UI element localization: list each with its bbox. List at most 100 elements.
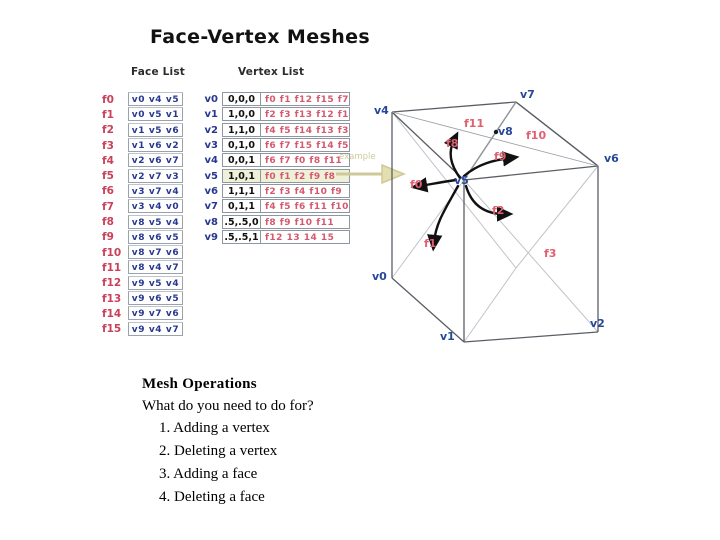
vertex-list-row: v3 0,1,0 f6 f7 f15 f14 f5 (196, 138, 350, 153)
face-list-row: f3 v1 v6 v2 (100, 138, 183, 153)
face-list-row: f10 v8 v7 v6 (100, 245, 183, 260)
face-id-label: f11 (102, 261, 122, 274)
face-list-row: f11 v8 v4 v7 (100, 260, 183, 275)
face-list-header: Face List (131, 66, 186, 78)
vertex-list-row: v9 .5,.5,1 f12 13 14 15 (196, 229, 350, 245)
vertex-list-table: v0 0,0,0 f0 f1 f12 f15 f7 v1 1,0,0 f2 f3 f13 … (196, 92, 350, 245)
face-id-label: f6 (102, 185, 114, 198)
vertex-list-row: v7 0,1,1 f4 f5 f6 f11 f10 (196, 199, 350, 214)
vertex-faces-cell: f0 f1 f12 f15 f7 (260, 92, 350, 107)
diagram-vertex-label-v1: v1 (440, 330, 455, 343)
vertex-coordinate-cell: 0,0,1 (222, 153, 260, 168)
face-vertex-mesh-diagram: v4 v7 v6 v8 v5 v0 v1 v2 f11 f10 f8 f9 f0 f1 f2 f3 (368, 82, 636, 354)
diagram-face-label-f3: f3 (544, 247, 557, 260)
vertex-coordinate-cell: .5,.5,0 (222, 214, 260, 229)
face-list-row: f15 v9 v4 v7 (100, 321, 183, 336)
vertex-list-row: v1 1,0,0 f2 f3 f13 f12 f1 (196, 107, 350, 122)
vertex-coordinate-cell: .5,.5,1 (222, 229, 260, 244)
vertex-id-label: v1 (204, 109, 218, 121)
face-id-label: f15 (102, 323, 122, 336)
face-id-label: f10 (102, 246, 122, 259)
mesh-operations-block: Mesh Operations What do you need to do f… (142, 374, 314, 509)
face-list-row: f13 v9 v6 v5 (100, 291, 183, 306)
vertex-id-label: v7 (204, 201, 218, 213)
face-vertices-cell: v0 v5 v1 (128, 107, 183, 122)
face-vertices-cell: v3 v7 v4 (128, 183, 183, 198)
vertex-id-label: v3 (204, 140, 218, 152)
face-id-label: f13 (102, 292, 122, 305)
vertex-faces-cell: f8 f9 f10 f11 (260, 214, 350, 229)
vertex-list-row: v6 1,1,1 f2 f3 f4 f10 f9 (196, 183, 350, 199)
diagram-face-label-f1: f1 (424, 237, 437, 250)
face-vertices-cell: v3 v4 v0 (128, 199, 183, 214)
face-vertices-cell: v1 v5 v6 (128, 122, 183, 137)
vertex-list-row: v4 0,0,1 f6 f7 f0 f8 f11 (196, 153, 350, 168)
face-list-row: f5 v2 v7 v3 (100, 168, 183, 183)
face-id-label: f4 (102, 154, 114, 167)
vertex-id-label: v8 (204, 216, 218, 228)
face-id-label: f5 (102, 170, 114, 183)
face-list-row: f12 v9 v5 v4 (100, 275, 183, 291)
mesh-operation-item: 1. Adding a vertex (159, 420, 270, 436)
face-list-row: f7 v3 v4 v0 (100, 199, 183, 214)
face-vertices-cell: v8 v4 v7 (128, 260, 183, 275)
face-vertices-cell: v9 v6 v5 (128, 291, 183, 305)
diagram-vertex-label-v8: v8 (498, 125, 513, 138)
face-id-label: f8 (102, 216, 114, 229)
vertex-list-row: v0 0,0,0 f0 f1 f12 f15 f7 (196, 92, 350, 107)
face-vertices-cell: v1 v6 v2 (128, 138, 183, 153)
vertex-coordinate-cell: 0,1,0 (222, 138, 260, 153)
vertex-list-row: v5 1,0,1 f0 f1 f2 f9 f8 (196, 168, 350, 183)
mesh-operations-list: 1. Adding a vertex 2. Deleting a vertex 3.… (142, 417, 314, 509)
face-list-row: f8 v8 v5 v4 (100, 214, 183, 229)
face-vertices-cell: v0 v4 v5 (128, 92, 183, 107)
vertex-coordinate-cell: 0,1,1 (222, 199, 260, 214)
page-title: Face-Vertex Meshes (150, 26, 371, 48)
vertex-faces-cell: f6 f7 f15 f14 f5 (260, 138, 350, 153)
vertex-faces-cell: f2 f3 f13 f12 f1 (260, 107, 350, 122)
face-vertices-cell: v8 v7 v6 (128, 245, 183, 260)
diagram-vertex-label-v6: v6 (604, 152, 619, 165)
vertex-list-row: v2 1,1,0 f4 f5 f14 f13 f3 (196, 122, 350, 138)
face-list-row: f1 v0 v5 v1 (100, 107, 183, 122)
face-vertices-cell: v9 v5 v4 (128, 275, 183, 290)
diagram-face-label-f10: f10 (526, 129, 547, 142)
face-list-row: f4 v2 v6 v7 (100, 153, 183, 168)
diagram-face-label-f9: f9 (494, 150, 507, 163)
face-list-row: f6 v3 v7 v4 (100, 183, 183, 199)
face-list-row: f2 v1 v5 v6 (100, 122, 183, 138)
vertex-id-label: v5 (204, 170, 218, 182)
face-id-label: f14 (102, 307, 122, 320)
slide-canvas: Face-Vertex Meshes Face List Vertex List… (0, 0, 720, 540)
face-vertices-cell: v9 v4 v7 (128, 321, 183, 336)
diagram-vertex-label-v4: v4 (374, 104, 389, 117)
vertex-coordinate-cell: 0,0,0 (222, 92, 260, 107)
face-id-label: f0 (102, 93, 114, 106)
vertex-id-label: v0 (204, 94, 218, 106)
vertex-id-label: v4 (204, 155, 218, 167)
diagram-face-label-f2: f2 (492, 204, 505, 217)
face-vertices-cell: v2 v6 v7 (128, 153, 183, 168)
diagram-face-label-f0: f0 (410, 178, 423, 191)
diagram-vertex-label-v7: v7 (520, 88, 535, 101)
diagram-face-label-f8: f8 (446, 137, 459, 150)
vertex-id-label: v9 (204, 231, 218, 243)
face-list-row: f0 v0 v4 v5 (100, 92, 183, 107)
face-vertices-cell: v9 v7 v6 (128, 306, 183, 321)
mesh-operation-item: 4. Deleting a face (159, 489, 265, 505)
vertex-coordinate-cell: 1,1,1 (222, 183, 260, 198)
face-vertices-cell: v8 v6 v5 (128, 229, 183, 244)
diagram-face-label-f11: f11 (464, 117, 485, 130)
vertex-id-label: v6 (204, 185, 218, 197)
face-id-label: f12 (102, 277, 122, 290)
face-id-label: f3 (102, 139, 114, 152)
cube-wireframe (391, 101, 599, 343)
diagram-vertex-label-v2: v2 (590, 317, 605, 330)
mesh-operation-item: 2. Deleting a vertex (159, 443, 278, 459)
vertex-coordinate-cell: 1,1,0 (222, 122, 260, 137)
face-id-label: f7 (102, 200, 114, 213)
mesh-operations-question: What do you need to do for? (142, 398, 314, 414)
vertex-faces-cell: f4 f5 f6 f11 f10 (260, 199, 350, 214)
face-vertices-cell: v8 v5 v4 (128, 214, 183, 229)
diagram-vertex-label-v0: v0 (372, 270, 387, 283)
